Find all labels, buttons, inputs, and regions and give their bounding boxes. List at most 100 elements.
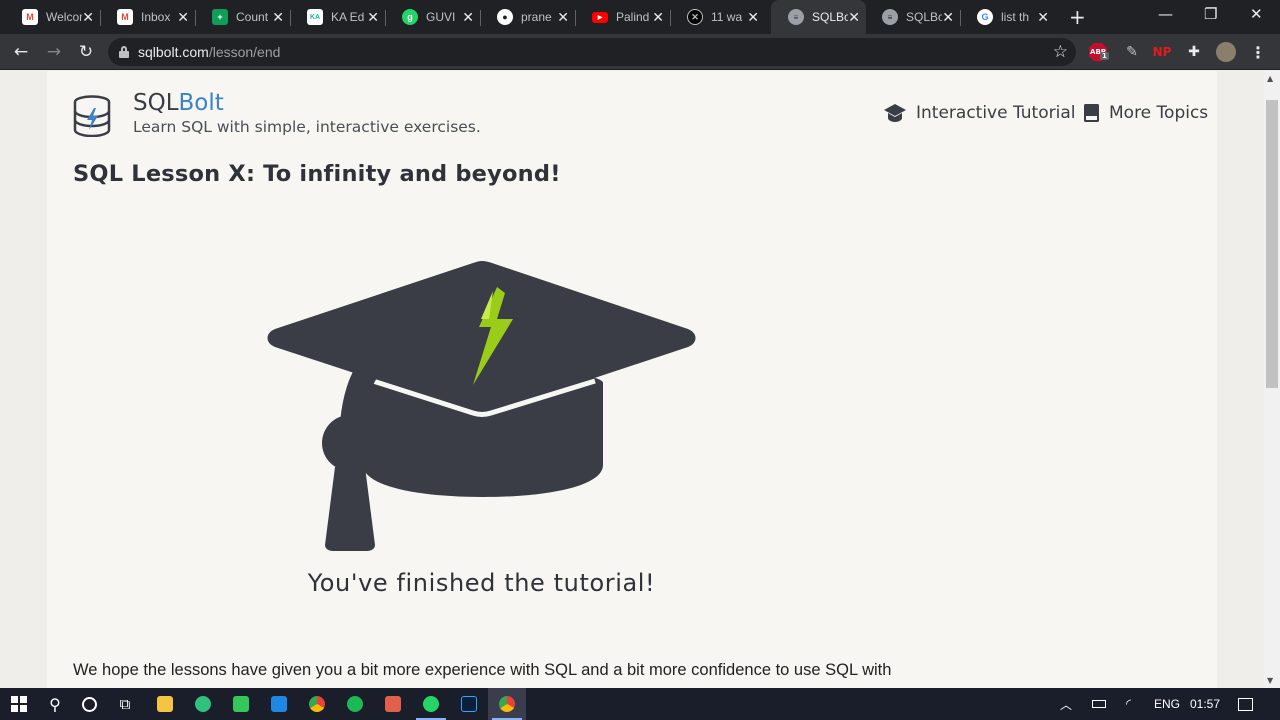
reload-button[interactable]: ↻ (74, 40, 98, 64)
sheets-icon: + (212, 9, 228, 25)
close-tab-icon[interactable]: ✕ (1037, 9, 1049, 26)
adblock-extension-icon[interactable]: ABP 1 (1088, 42, 1109, 62)
bookmark-star-icon[interactable]: ☆ (1053, 42, 1068, 62)
url-path: /lesson/end (208, 44, 281, 60)
file-explorer-icon[interactable] (146, 688, 184, 720)
puzzle-extensions-icon[interactable]: ✚ (1184, 42, 1204, 62)
more-topics-link[interactable]: More Topics (1083, 103, 1208, 123)
avatar[interactable] (1216, 42, 1236, 62)
scrollbar-thumb[interactable] (1266, 100, 1278, 388)
vscode-icon[interactable] (260, 688, 298, 720)
address-bar[interactable]: sqlbolt.com/lesson/end ☆ (108, 38, 1076, 66)
interactive-tutorial-label: Interactive Tutorial (916, 103, 1076, 123)
chrome-icon[interactable] (298, 688, 336, 720)
content-panel: SQLBolt Learn SQL with simple, interacti… (47, 71, 1217, 688)
graduation-cap-icon (884, 104, 906, 122)
tab-title: Inbox (141, 10, 171, 24)
tab-title: Count (236, 10, 269, 24)
new-tab-button[interactable]: + (1069, 5, 1086, 29)
photoshop-icon[interactable] (450, 688, 488, 720)
scroll-up-arrow[interactable]: ▲ (1267, 74, 1273, 83)
tab-title: Palind (616, 10, 650, 24)
database-icon: ≡ (788, 9, 804, 25)
finished-message: You've finished the tutorial! (307, 569, 656, 597)
clock[interactable]: 01:57 (1190, 688, 1220, 720)
google-icon: G (977, 9, 993, 25)
cortana-button[interactable] (70, 688, 108, 720)
interactive-tutorial-link[interactable]: Interactive Tutorial (883, 103, 1075, 123)
spotify-icon[interactable] (336, 688, 374, 720)
browser-tab[interactable]: M Welcome ✕ (5, 4, 101, 30)
language-indicator[interactable]: ENG (1154, 688, 1180, 720)
adblock-badge: 1 (1100, 52, 1109, 60)
guvi-icon: g (402, 9, 418, 25)
browser-tab[interactable]: KA KA Ed ✕ (290, 4, 386, 30)
start-button[interactable] (0, 688, 38, 720)
browser-tab[interactable]: ≡ SQLBolt ✕ (865, 4, 961, 30)
menu-icon[interactable]: ⋮ (1250, 42, 1266, 62)
close-tab-icon[interactable]: ✕ (848, 9, 860, 26)
windows-logo-icon (11, 696, 27, 712)
close-tab-icon[interactable]: ✕ (942, 9, 954, 26)
brand-sql: SQL (133, 90, 179, 116)
site-brand[interactable]: SQLBolt (133, 90, 224, 116)
pen-extension-icon[interactable]: ✎ (1122, 42, 1142, 62)
app-icon[interactable] (222, 688, 260, 720)
close-tab-icon[interactable]: ✕ (747, 9, 759, 26)
minimize-button[interactable]: — (1158, 5, 1173, 23)
forward-button[interactable]: → (42, 40, 66, 64)
more-topics-label: More Topics (1109, 103, 1209, 123)
circle-x-icon: ✕ (687, 9, 703, 25)
tab-title: SQLBolt (906, 10, 942, 24)
battery-icon[interactable] (1092, 688, 1106, 720)
close-tab-icon[interactable]: ✕ (82, 9, 94, 26)
graduation-cap-illustration (267, 261, 696, 551)
scroll-down-arrow[interactable]: ▼ (1267, 676, 1273, 685)
close-tab-icon[interactable]: ✕ (462, 9, 474, 26)
wifi-icon[interactable]: ◜ (1126, 688, 1131, 720)
restore-button[interactable]: ❐ (1204, 5, 1217, 23)
windows-taskbar: ⚲ ⧉ ︿ ◜ ENG 01:57 (0, 688, 1280, 720)
close-tab-icon[interactable]: ✕ (272, 9, 284, 26)
browser-tab[interactable]: + Count ✕ (195, 4, 291, 30)
app-icon[interactable] (184, 688, 222, 720)
browser-tab-active[interactable]: ≡ SQLBolt ✕ (771, 0, 866, 34)
tab-title: Welcome (46, 10, 82, 24)
browser-tab[interactable]: ▶ Palind ✕ (575, 4, 671, 30)
github-icon: ● (497, 9, 513, 25)
browser-tab[interactable]: ● prane ✕ (480, 4, 576, 30)
tab-title: 11 wa (711, 10, 743, 24)
notifications-icon[interactable] (1238, 688, 1253, 720)
close-tab-icon[interactable]: ✕ (367, 9, 379, 26)
url-host: sqlbolt.com (138, 44, 209, 60)
task-view-button[interactable]: ⧉ (106, 688, 144, 720)
database-icon: ≡ (882, 9, 898, 25)
close-window-button[interactable]: ✕ (1250, 5, 1263, 23)
chrome-taskbar-active[interactable] (488, 688, 526, 720)
close-tab-icon[interactable]: ✕ (652, 9, 664, 26)
site-tagline: Learn SQL with simple, interactive exerc… (133, 118, 481, 136)
gmail-icon: M (22, 9, 38, 25)
closing-paragraph: We hope the lessons have given you a bit… (73, 661, 892, 688)
whatsapp-icon[interactable] (412, 688, 450, 720)
app-icon[interactable] (374, 688, 412, 720)
browser-toolbar: ← → ↻ sqlbolt.com/lesson/end ☆ ABP 1 ✎ N… (0, 34, 1280, 70)
tab-strip: M Welcome ✕ M Inbox ✕ + Count ✕ KA KA Ed… (0, 0, 1280, 34)
tray-overflow-icon[interactable]: ︿ (1060, 688, 1072, 720)
tab-title: GUVI (426, 10, 456, 24)
close-tab-icon[interactable]: ✕ (177, 9, 189, 26)
np-label: NP (1152, 45, 1172, 59)
lesson-title: SQL Lesson X: To infinity and beyond! (73, 161, 561, 187)
close-tab-icon[interactable]: ✕ (557, 9, 569, 26)
browser-tab[interactable]: g GUVI ✕ (385, 4, 481, 30)
book-icon (1084, 104, 1099, 122)
back-button[interactable]: ← (9, 40, 33, 64)
search-button[interactable]: ⚲ (36, 688, 74, 720)
browser-tab[interactable]: G list th ✕ (960, 4, 1055, 30)
browser-tab[interactable]: ✕ 11 wa ✕ (670, 4, 765, 30)
youtube-icon: ▶ (592, 11, 608, 23)
page-viewport: SQLBolt Learn SQL with simple, interacti… (0, 71, 1264, 688)
browser-tab[interactable]: M Inbox ✕ (100, 4, 196, 30)
tab-title: KA Ed (331, 10, 365, 24)
np-extension-icon[interactable]: NP (1152, 42, 1172, 62)
